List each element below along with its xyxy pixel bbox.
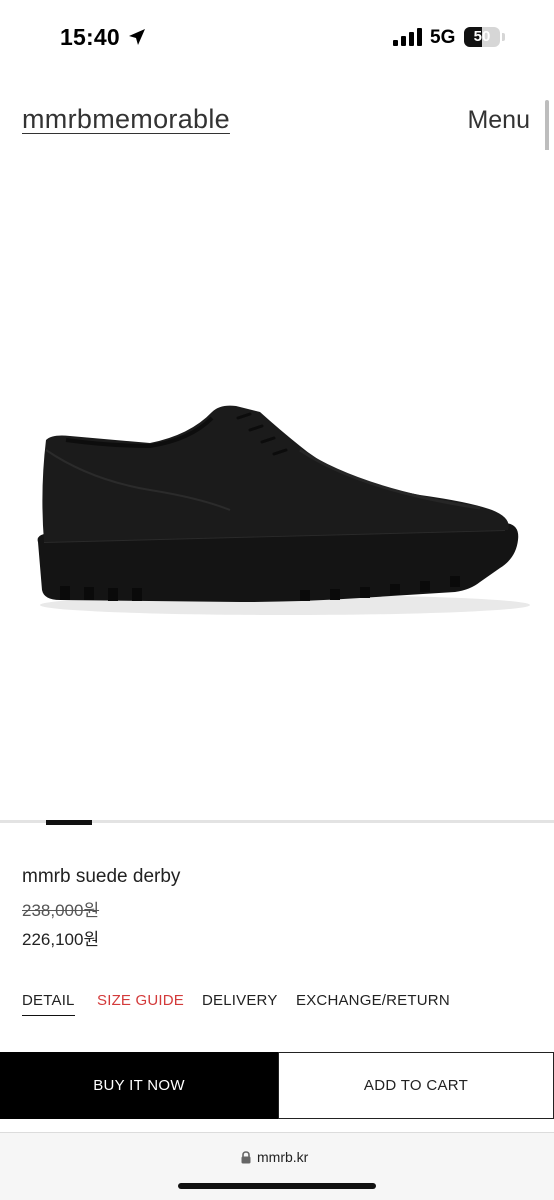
browser-address-bar[interactable] bbox=[0, 1132, 554, 1200]
sale-price: 226,100원 bbox=[22, 930, 100, 949]
home-indicator[interactable] bbox=[178, 1183, 376, 1189]
battery-percent: 50 bbox=[473, 28, 491, 45]
status-time: 15:40 bbox=[60, 24, 120, 50]
buy-now-button[interactable]: BUY IT NOW bbox=[0, 1052, 278, 1119]
product-image[interactable] bbox=[0, 150, 554, 820]
tab-exchange-return[interactable]: EXCHANGE/RETURN bbox=[296, 992, 450, 1009]
battery-icon: 50 bbox=[464, 27, 500, 47]
status-bar: 15:40 5G 50 bbox=[0, 0, 554, 76]
tab-delivery[interactable]: DELIVERY bbox=[202, 992, 278, 1009]
add-to-cart-button[interactable]: ADD TO CART bbox=[278, 1052, 554, 1119]
lock-icon bbox=[241, 1151, 251, 1164]
menu-button[interactable]: Menu bbox=[467, 106, 530, 135]
product-name: mmrb suede derby bbox=[22, 866, 181, 887]
tab-detail[interactable]: DETAIL bbox=[22, 992, 75, 1016]
tab-size-guide[interactable]: SIZE GUIDE bbox=[97, 992, 184, 1009]
battery-cap bbox=[502, 33, 505, 41]
network-type: 5G bbox=[430, 27, 456, 48]
image-slider-indicator[interactable] bbox=[46, 820, 92, 825]
site-logo[interactable]: mmrbmemorable bbox=[22, 104, 230, 135]
original-price: 238,000원 bbox=[22, 901, 100, 920]
cellular-signal-icon bbox=[393, 28, 422, 46]
location-arrow-icon bbox=[129, 29, 145, 45]
browser-url[interactable]: mmrb.kr bbox=[257, 1149, 308, 1165]
